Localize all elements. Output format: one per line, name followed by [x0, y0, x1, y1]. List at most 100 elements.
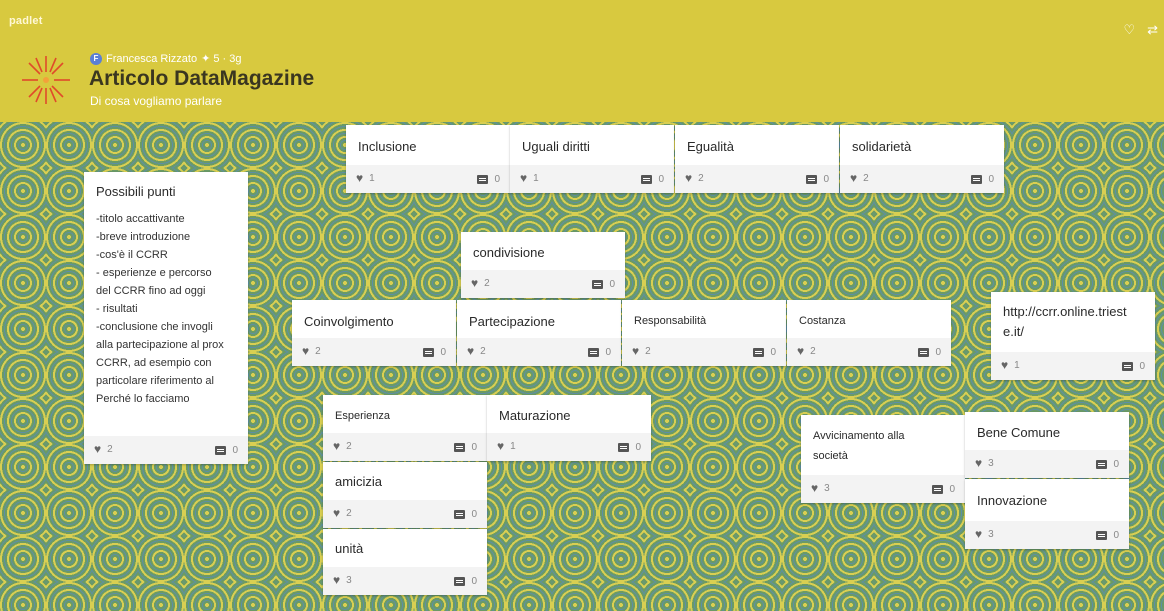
padlet-logo-text[interactable]: padlet: [9, 15, 43, 27]
post-body: -titolo accattivante -breve introduzione…: [96, 210, 224, 408]
like-count: 2: [698, 172, 704, 184]
like-count: 2: [480, 345, 486, 357]
like-count: 3: [346, 574, 352, 586]
comment-icon: [1096, 531, 1108, 540]
like-button[interactable]: ♥ 2: [467, 344, 486, 358]
like-button[interactable]: ♥ 2: [632, 344, 651, 358]
like-count: 1: [1014, 359, 1020, 371]
like-button[interactable]: ♥ 2: [94, 442, 113, 456]
comment-button[interactable]: 0: [1096, 459, 1119, 470]
post-card[interactable]: Egualità ♥ 2 0: [675, 125, 839, 193]
post-card[interactable]: Uguali diritti ♥ 1 0: [510, 125, 674, 193]
post-title: unità: [335, 541, 364, 556]
post-title: Innovazione: [977, 493, 1048, 508]
like-count: 3: [824, 482, 830, 494]
post-card[interactable]: condivisione ♥ 2 0: [461, 232, 625, 298]
comment-icon: [592, 280, 604, 289]
comment-count: 0: [1113, 530, 1119, 541]
comment-count: 0: [232, 445, 238, 456]
post-card[interactable]: Inclusione ♥ 1 0: [346, 125, 510, 193]
page-subtitle: Di cosa vogliamo parlare: [90, 94, 223, 108]
like-button[interactable]: ♥ 2: [471, 276, 490, 290]
post-title: Partecipazione: [469, 314, 555, 329]
like-count: 2: [346, 440, 352, 452]
heart-icon: ♥: [632, 344, 640, 358]
post-title: Inclusione: [358, 139, 417, 154]
header-actions: ♡ ⇄: [1123, 22, 1158, 38]
comment-button[interactable]: 0: [423, 347, 446, 358]
author-name[interactable]: Francesca Rizzato: [106, 53, 197, 65]
post-card[interactable]: Avvicinamento alla società ♥ 3 0: [801, 415, 965, 503]
heart-icon[interactable]: ♡: [1123, 22, 1135, 38]
like-button[interactable]: ♥ 2: [333, 506, 352, 520]
like-button[interactable]: ♥ 3: [333, 573, 352, 587]
comment-button[interactable]: 0: [592, 279, 615, 290]
post-body-line: - risultati: [96, 303, 138, 315]
like-button[interactable]: ♥ 3: [975, 456, 994, 470]
post-card[interactable]: Possibili punti -titolo accattivante -br…: [84, 172, 248, 464]
post-title: Responsabilità: [634, 315, 707, 327]
comment-button[interactable]: 0: [806, 174, 829, 185]
comment-icon: [971, 175, 983, 184]
like-button[interactable]: ♥ 2: [333, 439, 352, 453]
comment-button[interactable]: 0: [215, 445, 238, 456]
sunburst-logo-icon: [22, 56, 70, 104]
like-button[interactable]: ♥ 2: [302, 344, 321, 358]
like-button[interactable]: ♥ 2: [797, 344, 816, 358]
comment-icon: [641, 175, 653, 184]
like-button[interactable]: ♥ 1: [497, 439, 516, 453]
comment-button[interactable]: 0: [454, 442, 477, 453]
comment-count: 0: [770, 347, 776, 358]
comment-icon: [618, 443, 630, 452]
post-card[interactable]: unità ♥ 3 0: [323, 529, 487, 595]
like-button[interactable]: ♥ 2: [850, 171, 869, 185]
heart-icon: ♥: [850, 171, 858, 185]
post-title: Coinvolgimento: [304, 314, 394, 329]
post-card[interactable]: solidarietà ♥ 2 0: [840, 125, 1004, 193]
heart-icon: ♥: [975, 527, 983, 541]
comment-button[interactable]: 0: [1096, 530, 1119, 541]
comment-count: 0: [1139, 361, 1145, 372]
heart-icon: ♥: [975, 456, 983, 470]
comment-button[interactable]: 0: [932, 484, 955, 495]
like-button[interactable]: ♥ 1: [356, 171, 375, 185]
comment-button[interactable]: 0: [918, 347, 941, 358]
post-card-link[interactable]: http://ccrr.online.triest e.it/ ♥ 1 0: [991, 292, 1155, 380]
post-title: solidarietà: [852, 139, 912, 154]
comment-icon: [423, 348, 435, 357]
comment-button[interactable]: 0: [454, 509, 477, 520]
post-card[interactable]: Bene Comune ♥ 3 0: [965, 412, 1129, 478]
post-card[interactable]: Esperienza ♥ 2 0: [323, 395, 487, 461]
like-count: 2: [107, 443, 113, 455]
post-card[interactable]: Innovazione ♥ 3 0: [965, 479, 1129, 549]
comment-button[interactable]: 0: [454, 576, 477, 587]
comment-icon: [477, 175, 489, 184]
like-button[interactable]: ♥ 2: [685, 171, 704, 185]
post-card[interactable]: amicizia ♥ 2 0: [323, 462, 487, 528]
post-card[interactable]: Coinvolgimento ♥ 2 0: [292, 300, 456, 366]
post-link-cont[interactable]: e.it/: [1003, 324, 1024, 339]
post-card[interactable]: Responsabilità ♥ 2 0: [622, 300, 786, 366]
post-link[interactable]: http://ccrr.online.triest: [1003, 304, 1127, 319]
like-button[interactable]: ♥ 3: [975, 527, 994, 541]
post-title: amicizia: [335, 474, 382, 489]
remake-icon[interactable]: ⇄: [1147, 22, 1158, 38]
post-card[interactable]: Partecipazione ♥ 2 0: [457, 300, 621, 366]
comment-button[interactable]: 0: [753, 347, 776, 358]
like-button[interactable]: ♥ 1: [520, 171, 539, 185]
heart-icon: ♥: [333, 573, 341, 587]
like-button[interactable]: ♥ 1: [1001, 358, 1020, 372]
comment-button[interactable]: 0: [641, 174, 664, 185]
like-count: 2: [346, 507, 352, 519]
like-button[interactable]: ♥ 3: [811, 481, 830, 495]
comment-button[interactable]: 0: [971, 174, 994, 185]
comment-button[interactable]: 0: [618, 442, 641, 453]
post-card[interactable]: Costanza ♥ 2 0: [787, 300, 951, 366]
post-card[interactable]: Maturazione ♥ 1 0: [487, 395, 651, 461]
comment-button[interactable]: 0: [477, 174, 500, 185]
post-meta: ✦ 5 · 3g: [201, 53, 242, 65]
comment-button[interactable]: 0: [1122, 361, 1145, 372]
comment-button[interactable]: 0: [588, 347, 611, 358]
like-count: 2: [863, 172, 869, 184]
avatar[interactable]: F: [90, 52, 102, 65]
